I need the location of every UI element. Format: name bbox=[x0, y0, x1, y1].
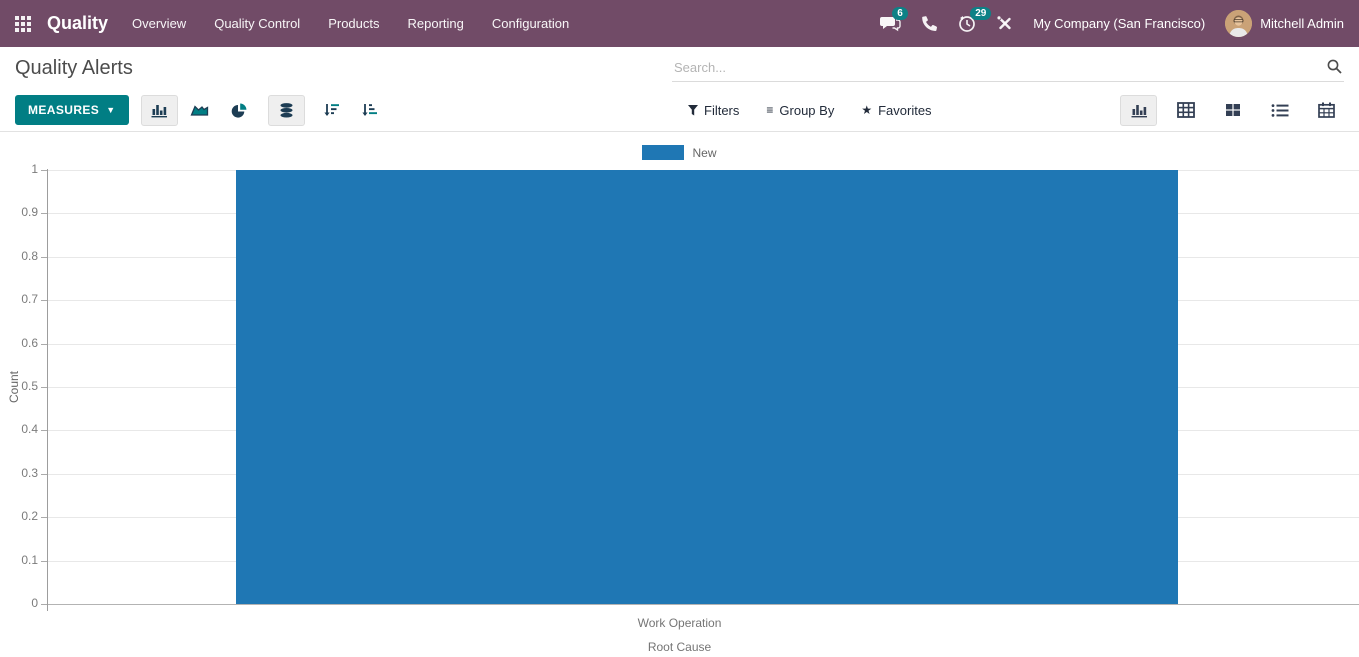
phone-icon bbox=[922, 16, 938, 31]
activities-button[interactable]: 29 bbox=[958, 6, 992, 33]
y-tick-label: 0.2 bbox=[21, 509, 38, 524]
star-icon: ★ bbox=[861, 103, 873, 117]
page-title: Quality Alerts bbox=[15, 56, 133, 79]
wrench-icon bbox=[997, 16, 1011, 30]
y-axis-line bbox=[47, 169, 48, 611]
x-axis-line bbox=[47, 604, 1359, 605]
y-tick-label: 0.4 bbox=[21, 422, 38, 437]
y-tick-label: 0.7 bbox=[21, 292, 38, 307]
search-box bbox=[672, 54, 1344, 82]
top-navbar: Quality Overview Quality Control Product… bbox=[0, 0, 1359, 47]
y-axis-title: Count bbox=[7, 370, 21, 404]
y-tick-label: 1 bbox=[31, 162, 38, 176]
group-by-button[interactable]: ≡ Group By bbox=[766, 103, 834, 118]
legend-swatch bbox=[642, 145, 685, 160]
messages-button[interactable]: 6 bbox=[880, 7, 908, 32]
menu-overview[interactable]: Overview bbox=[118, 0, 200, 47]
sort-desc-icon bbox=[324, 104, 340, 116]
chevron-down-icon: ▼ bbox=[106, 105, 116, 115]
control-panel-top: Quality Alerts bbox=[0, 47, 1359, 89]
y-tick-label: 0.3 bbox=[21, 465, 38, 480]
stacked-group bbox=[267, 94, 305, 126]
menu-configuration[interactable]: Configuration bbox=[478, 0, 583, 47]
area-chart-button[interactable] bbox=[181, 95, 218, 126]
list-view-button[interactable] bbox=[1261, 95, 1298, 126]
company-switcher[interactable]: My Company (San Francisco) bbox=[1033, 16, 1205, 31]
view-switcher bbox=[1120, 94, 1345, 126]
calendar-view-icon bbox=[1318, 102, 1335, 118]
user-menu[interactable]: Mitchell Admin bbox=[1225, 10, 1344, 37]
phone-button[interactable] bbox=[921, 15, 938, 32]
apps-menu-icon[interactable] bbox=[15, 15, 31, 32]
graph-view: New 0 0.1 0.2 0.3 0.4 0.5 0.6 0.7 0.8 0.9 1 Count … bbox=[0, 132, 1359, 657]
x-tick-label: Work Operation bbox=[637, 616, 722, 630]
legend-label: New bbox=[692, 145, 717, 160]
graph-view-button[interactable] bbox=[1120, 94, 1157, 126]
avatar bbox=[1225, 10, 1253, 37]
sort-asc-icon bbox=[362, 104, 378, 116]
activities-badge: 29 bbox=[970, 6, 992, 20]
bar-new-work-operation[interactable] bbox=[236, 170, 1178, 604]
menu-quality-control[interactable]: Quality Control bbox=[200, 0, 314, 47]
bar-chart-button[interactable] bbox=[140, 94, 178, 126]
pie-chart-button[interactable] bbox=[221, 95, 258, 126]
pivot-view-icon bbox=[1176, 102, 1195, 118]
magnifier-icon bbox=[1327, 59, 1342, 74]
funnel-icon bbox=[688, 104, 698, 115]
y-tick-label: 0.8 bbox=[21, 248, 38, 263]
y-tick-label: 0 bbox=[31, 596, 38, 610]
search-options: Filters ≡ Group By ★ Favorites bbox=[688, 103, 932, 118]
sort-desc-button[interactable] bbox=[319, 95, 345, 126]
messages-badge: 6 bbox=[892, 7, 908, 20]
app-name[interactable]: Quality bbox=[47, 13, 108, 34]
pivot-view-button[interactable] bbox=[1167, 95, 1204, 126]
menu-products[interactable]: Products bbox=[314, 0, 393, 47]
search-input[interactable] bbox=[672, 54, 1344, 82]
favorites-button[interactable]: ★ Favorites bbox=[861, 103, 931, 118]
sort-group bbox=[319, 95, 383, 126]
stacked-toggle-button[interactable] bbox=[267, 94, 305, 126]
kanban-view-button[interactable] bbox=[1214, 95, 1251, 126]
pie-chart-icon bbox=[231, 103, 247, 118]
graph-view-icon bbox=[1131, 105, 1147, 118]
list-view-icon bbox=[1271, 103, 1288, 117]
calendar-view-button[interactable] bbox=[1308, 95, 1345, 126]
y-tick-label: 0.9 bbox=[21, 205, 38, 220]
control-panel-buttons: MEASURES ▼ Filters ≡ Group By ★ Favorite… bbox=[0, 89, 1359, 132]
legend-item-new[interactable]: New bbox=[0, 145, 1359, 160]
filters-button[interactable]: Filters bbox=[688, 103, 739, 118]
sort-asc-button[interactable] bbox=[357, 95, 383, 126]
measures-button[interactable]: MEASURES ▼ bbox=[15, 95, 129, 125]
y-tick-label: 0.1 bbox=[21, 552, 38, 567]
y-tick-label: 0.6 bbox=[21, 335, 38, 350]
chart-type-group bbox=[140, 94, 258, 126]
tools-button[interactable] bbox=[996, 15, 1013, 32]
x-axis-title: Root Cause bbox=[647, 640, 712, 654]
bars-icon: ≡ bbox=[766, 103, 774, 117]
kanban-view-icon bbox=[1225, 104, 1240, 116]
menu-reporting[interactable]: Reporting bbox=[394, 0, 478, 47]
stacked-icon bbox=[280, 102, 293, 117]
bar-chart-icon bbox=[151, 105, 168, 118]
main-menu: Overview Quality Control Products Report… bbox=[118, 0, 583, 47]
user-name: Mitchell Admin bbox=[1260, 16, 1344, 31]
area-chart-icon bbox=[190, 105, 208, 116]
